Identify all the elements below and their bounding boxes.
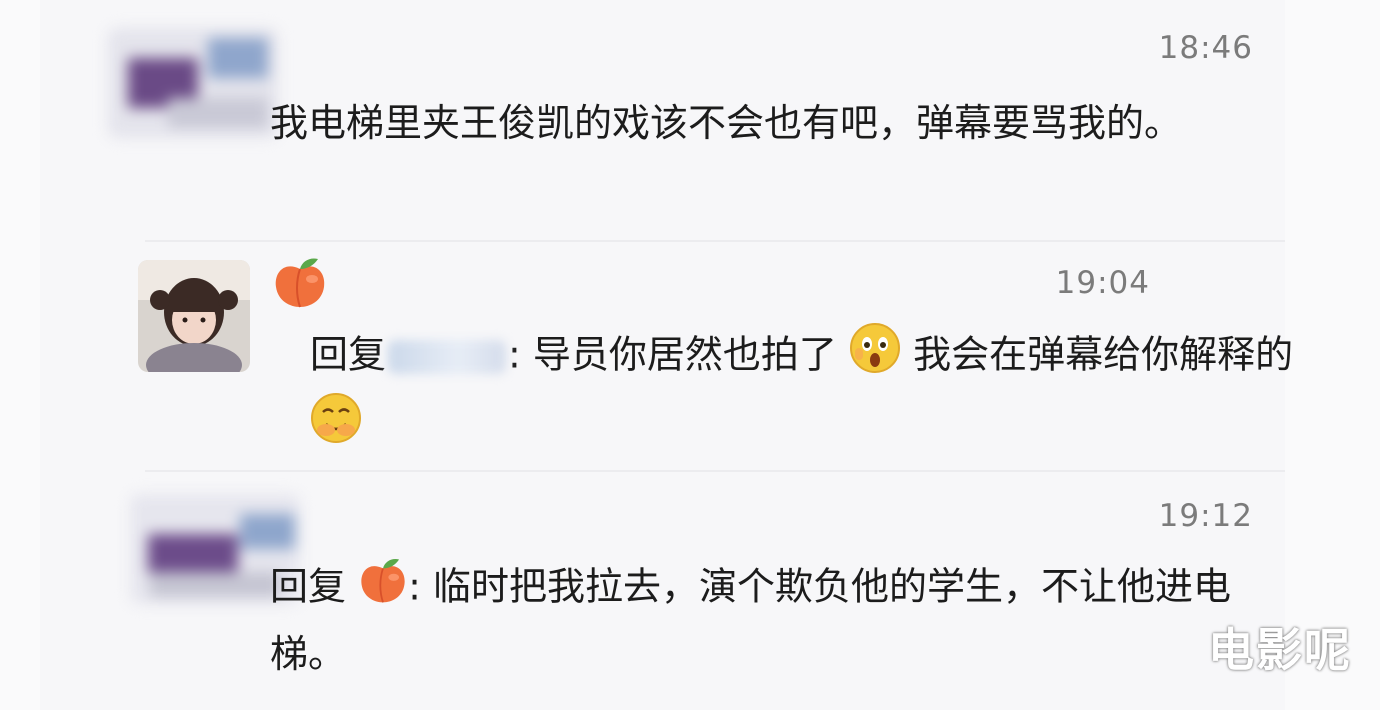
comment-time: 19:12 [1158,498,1253,534]
avatar[interactable] [108,28,278,138]
reply-continued-text: 我会在弹幕给你解释的 [913,332,1294,377]
watermark: 电影呢 [1208,623,1352,677]
reply-text: : 导员你居然也拍了 [508,332,837,377]
comment-item[interactable]: 18:46 我电梯里夹王俊凯的戏该不会也有吧，弹幕要骂我的。 [40,0,1285,240]
reply-prefix: 回复 [270,564,347,609]
reply-prefix: 回复 [310,332,387,377]
blurred-avatar-icon [108,28,278,138]
comment-text: 回复 : 导员你居然也拍了 我会在弹幕给你解释的 [310,322,1310,462]
reply-text: : 临时把我拉去，演个欺负他的学生，不让他进电梯。 [270,564,1231,677]
comment-time: 19:04 [1055,265,1150,301]
peach-icon [275,258,325,308]
comment-panel: 18:46 我电梯里夹王俊凯的戏该不会也有吧，弹幕要骂我的。 19:04 回复 … [40,0,1293,710]
shocked-emoji-icon [849,322,901,392]
comment-time: 18:46 [1158,30,1253,66]
peach-icon [358,555,408,623]
comment-text: 回复 : 临时把我拉去，演个欺负他的学生，不让他进电梯。 [270,555,1270,685]
shy-smile-emoji-icon [310,392,362,462]
blurred-username [388,340,507,374]
author-name[interactable] [272,255,328,313]
avatar[interactable] [138,260,250,372]
comment-text: 我电梯里夹王俊凯的戏该不会也有吧，弹幕要骂我的。 [270,101,1183,145]
girl-avatar-icon [138,260,250,372]
